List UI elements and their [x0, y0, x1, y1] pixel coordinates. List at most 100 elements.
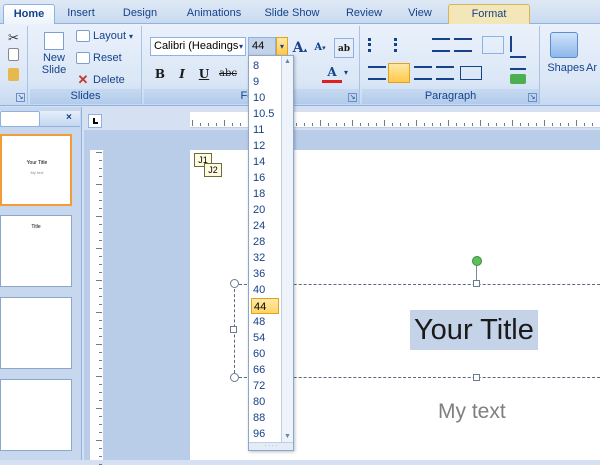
slide-thumbnail-2[interactable]: Title: [0, 215, 72, 287]
tab-stop-selector[interactable]: [88, 114, 102, 128]
font-launcher-icon[interactable]: ↘: [348, 93, 357, 102]
arrange-label: Ar: [586, 62, 597, 74]
tab-design[interactable]: Design: [114, 4, 166, 24]
copy-button[interactable]: [8, 48, 19, 61]
reset-label: Reset: [93, 52, 122, 64]
tab-slide-show[interactable]: Slide Show: [260, 4, 324, 24]
font-size-option[interactable]: 88: [251, 410, 279, 426]
arrange-button[interactable]: Ar: [586, 62, 597, 74]
thumb-title: Your Title: [26, 160, 48, 166]
decrease-indent-button[interactable]: [432, 38, 450, 52]
font-size-option[interactable]: 18: [251, 186, 279, 202]
font-size-option[interactable]: 60: [251, 346, 279, 362]
resize-handle[interactable]: [473, 374, 480, 381]
line-spacing-button[interactable]: [482, 36, 504, 54]
layout-icon: [76, 30, 90, 42]
font-size-option[interactable]: 10: [251, 90, 279, 106]
font-size-option[interactable]: 32: [251, 250, 279, 266]
chevron-down-icon[interactable]: ▾: [344, 68, 348, 77]
font-size-option[interactable]: 28: [251, 234, 279, 250]
font-size-option[interactable]: 10.5: [251, 106, 279, 122]
shapes-button[interactable]: Shapes: [542, 62, 590, 74]
align-left-button[interactable]: [368, 66, 386, 80]
font-size-option[interactable]: 80: [251, 394, 279, 410]
scroll-up-icon[interactable]: ▲: [284, 58, 291, 65]
smartart-button[interactable]: [510, 74, 526, 84]
paragraph-launcher-icon[interactable]: ↘: [528, 93, 537, 102]
shapes-label: Shapes: [547, 62, 585, 74]
delete-button[interactable]: ✕ Delete: [76, 72, 125, 88]
slide-thumbnail-3[interactable]: [0, 297, 72, 369]
italic-icon: I: [179, 67, 185, 81]
font-size-option[interactable]: 20: [251, 202, 279, 218]
resize-handle[interactable]: [473, 280, 480, 287]
slide-thumbnail-1[interactable]: Your Title My text: [0, 134, 72, 206]
scroll-down-icon[interactable]: ▼: [284, 433, 291, 440]
font-size-option[interactable]: 48: [251, 314, 279, 330]
font-size-option[interactable]: 12: [251, 138, 279, 154]
slides-group-label: Slides: [30, 89, 141, 104]
bold-icon: B: [154, 67, 166, 81]
numbering-button[interactable]: [394, 38, 412, 52]
tab-format[interactable]: Format: [448, 4, 530, 24]
font-size-option[interactable]: 24: [251, 218, 279, 234]
resize-handle[interactable]: [230, 279, 239, 288]
tab-insert[interactable]: Insert: [60, 4, 102, 24]
align-text-button[interactable]: [510, 56, 526, 70]
clear-formatting-button[interactable]: ab: [334, 38, 354, 58]
layout-button[interactable]: Layout ▾: [76, 30, 133, 42]
list-resize-grip[interactable]: · · · ·: [249, 442, 293, 450]
font-name-combo[interactable]: Calibri (Headings ▾: [150, 37, 246, 56]
cut-button[interactable]: ✂: [8, 30, 24, 46]
font-size-option[interactable]: 16: [251, 170, 279, 186]
tab-animations[interactable]: Animations: [180, 4, 248, 24]
strikethrough-button[interactable]: abc: [218, 64, 238, 84]
shapes-icon: [550, 32, 578, 58]
underline-button[interactable]: U: [194, 64, 214, 84]
clipboard-launcher-icon[interactable]: ↘: [16, 93, 25, 102]
slides-group: New Slide Layout ▾ Reset ✕ Delete Slides: [30, 26, 142, 104]
align-right-button[interactable]: [414, 66, 432, 80]
font-size-option[interactable]: 72: [251, 378, 279, 394]
vertical-ruler[interactable]: [90, 150, 104, 465]
font-size-combo[interactable]: 44: [248, 37, 276, 56]
font-size-option[interactable]: 54: [251, 330, 279, 346]
font-size-option[interactable]: 8: [251, 58, 279, 74]
slide-title[interactable]: Your Title: [410, 310, 538, 350]
font-size-option[interactable]: 14: [251, 154, 279, 170]
font-size-dropdown-button[interactable]: ▾: [276, 37, 288, 56]
font-size-option[interactable]: 40: [251, 282, 279, 298]
list-scrollbar[interactable]: ▲ ▼: [281, 56, 293, 450]
reset-button[interactable]: Reset: [76, 52, 122, 64]
font-size-option[interactable]: 36: [251, 266, 279, 282]
increase-indent-button[interactable]: [454, 38, 472, 52]
tab-home[interactable]: Home: [3, 4, 55, 24]
center-button[interactable]: [388, 63, 410, 83]
font-size-option[interactable]: 96: [251, 426, 279, 442]
italic-button[interactable]: I: [172, 64, 192, 84]
font-size-option[interactable]: 9: [251, 74, 279, 90]
bold-button[interactable]: B: [150, 64, 170, 84]
slides-tab[interactable]: [0, 111, 40, 127]
thumb-title: Title: [31, 224, 41, 230]
font-color-button[interactable]: A: [322, 64, 342, 83]
tab-view[interactable]: View: [400, 4, 440, 24]
close-panel-icon[interactable]: ×: [66, 112, 72, 123]
format-painter-button[interactable]: [8, 68, 19, 81]
bullets-button[interactable]: [368, 38, 386, 52]
resize-handle[interactable]: [230, 373, 239, 382]
slide-subtitle[interactable]: My text: [438, 400, 506, 424]
font-size-option[interactable]: 66: [251, 362, 279, 378]
text-direction-button[interactable]: [510, 36, 526, 52]
tab-review[interactable]: Review: [340, 4, 388, 24]
columns-button[interactable]: [460, 66, 482, 80]
rotation-handle-icon[interactable]: [472, 256, 482, 266]
new-slide-button[interactable]: New Slide: [36, 30, 72, 82]
resize-handle[interactable]: [230, 326, 237, 333]
justify-button[interactable]: [436, 66, 454, 80]
slides-panel: × Your Title My text Title: [0, 107, 82, 460]
font-size-option[interactable]: 44: [251, 298, 279, 314]
shrink-font-button[interactable]: A▾: [310, 38, 330, 58]
slide-thumbnail-4[interactable]: [0, 379, 72, 451]
font-size-option[interactable]: 11: [251, 122, 279, 138]
